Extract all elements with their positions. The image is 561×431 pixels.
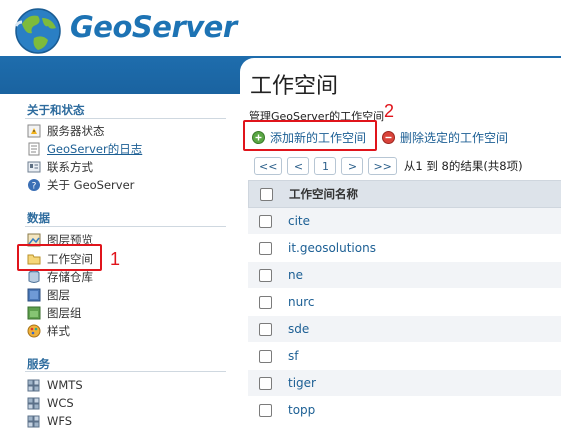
geoserver-logo-icon[interactable]	[12, 4, 64, 56]
sidebar-divider	[25, 226, 226, 227]
wcs-icon	[27, 397, 40, 410]
table-row: sde	[248, 316, 561, 343]
table-row: cite	[248, 208, 561, 235]
pager: << < 1 > >> 从1 到 8的结果(共8项)	[254, 156, 523, 176]
row-checkbox[interactable]	[259, 241, 272, 255]
table-row: sf	[248, 343, 561, 370]
workspace-link[interactable]: sf	[288, 349, 298, 363]
header: GeoServer	[0, 0, 561, 58]
annotation-marker-1: 1	[110, 249, 121, 269]
remove-icon	[382, 130, 395, 144]
about-icon: ?	[28, 179, 40, 192]
add-workspace-button[interactable]: 添加新的工作空间	[252, 128, 366, 146]
workspace-link[interactable]: ne	[288, 268, 303, 282]
sidebar-item-label: 样式	[47, 324, 70, 338]
row-checkbox[interactable]	[259, 214, 272, 228]
select-all-checkbox[interactable]	[260, 187, 273, 201]
sidebar-item-about[interactable]: ? 关于 GeoServer	[27, 177, 134, 193]
pager-page-1-button[interactable]: 1	[314, 157, 337, 175]
sidebar-item-label: 图层预览	[47, 233, 93, 247]
add-workspace-label: 添加新的工作空间	[270, 130, 367, 145]
table-row: nurc	[248, 289, 561, 316]
row-checkbox[interactable]	[259, 295, 272, 309]
sidebar-item-label: 存储仓库	[47, 270, 93, 284]
sidebar-item-label: WMTS	[47, 378, 83, 392]
styles-icon	[27, 324, 41, 338]
sidebar-divider	[25, 371, 226, 372]
annotation-marker-2: 2	[384, 101, 395, 121]
add-icon	[252, 130, 265, 144]
sidebar-item-layers[interactable]: 图层	[27, 287, 70, 303]
sidebar-item-wcs[interactable]: WCS	[27, 395, 74, 411]
sidebar-item-label: 图层	[47, 288, 70, 302]
column-header-workspace-name[interactable]: 工作空间名称	[289, 186, 358, 202]
row-checkbox[interactable]	[259, 349, 272, 363]
row-checkbox[interactable]	[259, 376, 272, 390]
workspace-link[interactable]: sde	[288, 322, 309, 336]
sidebar-item-styles[interactable]: 样式	[27, 323, 70, 339]
remove-workspace-label: 删除选定的工作空间	[400, 130, 509, 145]
wmts-icon	[27, 379, 40, 392]
sidebar-item-layer-groups[interactable]: 图层组	[27, 305, 82, 321]
sidebar-divider	[25, 118, 226, 119]
sidebar-item-stores[interactable]: 存储仓库	[27, 269, 93, 285]
table-row: topp	[248, 397, 561, 424]
layers-icon	[27, 288, 41, 302]
table-row: ne	[248, 262, 561, 289]
pager-prev-button[interactable]: <	[287, 157, 310, 175]
store-icon	[28, 270, 40, 283]
page-title: 工作空间	[250, 74, 339, 99]
row-checkbox[interactable]	[259, 268, 272, 282]
sidebar-item-layer-preview[interactable]: 图层预览	[27, 232, 93, 248]
sidebar-item-label: 工作空间	[47, 252, 93, 266]
sidebar-item-label: 服务器状态	[47, 124, 105, 138]
pager-first-button[interactable]: <<	[254, 157, 283, 175]
workspace-link[interactable]: it.geosolutions	[288, 241, 376, 255]
sidebar-item-label: 关于 GeoServer	[47, 178, 135, 192]
sidebar-item-wmts[interactable]: WMTS	[27, 377, 83, 393]
sidebar-section-title-services: 服务	[27, 357, 50, 371]
layer-group-icon	[27, 306, 41, 320]
pager-info: 从1 到 8的结果(共8项)	[403, 159, 523, 173]
table-row: tiger	[248, 370, 561, 397]
table-row: it.geosolutions	[248, 235, 561, 262]
pager-last-button[interactable]: >>	[368, 157, 397, 175]
workspace-link[interactable]: topp	[288, 403, 315, 417]
contact-icon	[27, 161, 41, 173]
sidebar-item-label: WCS	[47, 396, 74, 410]
sidebar-item-label: WFS	[47, 414, 73, 428]
logs-icon	[28, 142, 40, 156]
server-status-icon	[27, 124, 41, 138]
workspace-link[interactable]: tiger	[288, 376, 316, 390]
workspace-link[interactable]: nurc	[288, 295, 314, 309]
sidebar-item-server-status[interactable]: 服务器状态	[27, 123, 105, 139]
sidebar-item-contact[interactable]: 联系方式	[27, 159, 93, 175]
pager-next-button[interactable]: >	[341, 157, 364, 175]
workspace-table: 工作空间名称 cite it.geosolutions ne nurc sde …	[248, 180, 561, 424]
sidebar-item-label: 图层组	[47, 306, 82, 320]
row-checkbox[interactable]	[259, 322, 272, 336]
remove-workspace-button[interactable]: 删除选定的工作空间	[382, 128, 508, 146]
sidebar-item-logs[interactable]: GeoServer的日志	[27, 141, 142, 157]
layer-preview-icon	[27, 233, 41, 247]
row-checkbox[interactable]	[259, 403, 272, 417]
table-header: 工作空间名称	[248, 180, 561, 208]
workspace-folder-icon	[27, 254, 41, 265]
workspace-link[interactable]: cite	[288, 214, 310, 228]
brand-title[interactable]: GeoServer	[70, 10, 237, 44]
main-panel: 工作空间 管理GeoServer的工作空间 添加新的工作空间 删除选定的工作空间…	[240, 58, 561, 431]
page-description: 管理GeoServer的工作空间	[249, 110, 385, 123]
sidebar-section-title-about: 关于和状态	[27, 103, 85, 117]
wfs-icon	[27, 415, 40, 428]
sidebar-item-label: GeoServer的日志	[47, 142, 143, 156]
sidebar-item-label: 联系方式	[47, 160, 93, 174]
sidebar-item-wfs[interactable]: WFS	[27, 413, 72, 429]
sidebar-section-title-data: 数据	[27, 211, 50, 225]
sidebar-item-workspaces[interactable]: 工作空间	[27, 251, 93, 267]
svg-text:?: ?	[32, 182, 37, 192]
